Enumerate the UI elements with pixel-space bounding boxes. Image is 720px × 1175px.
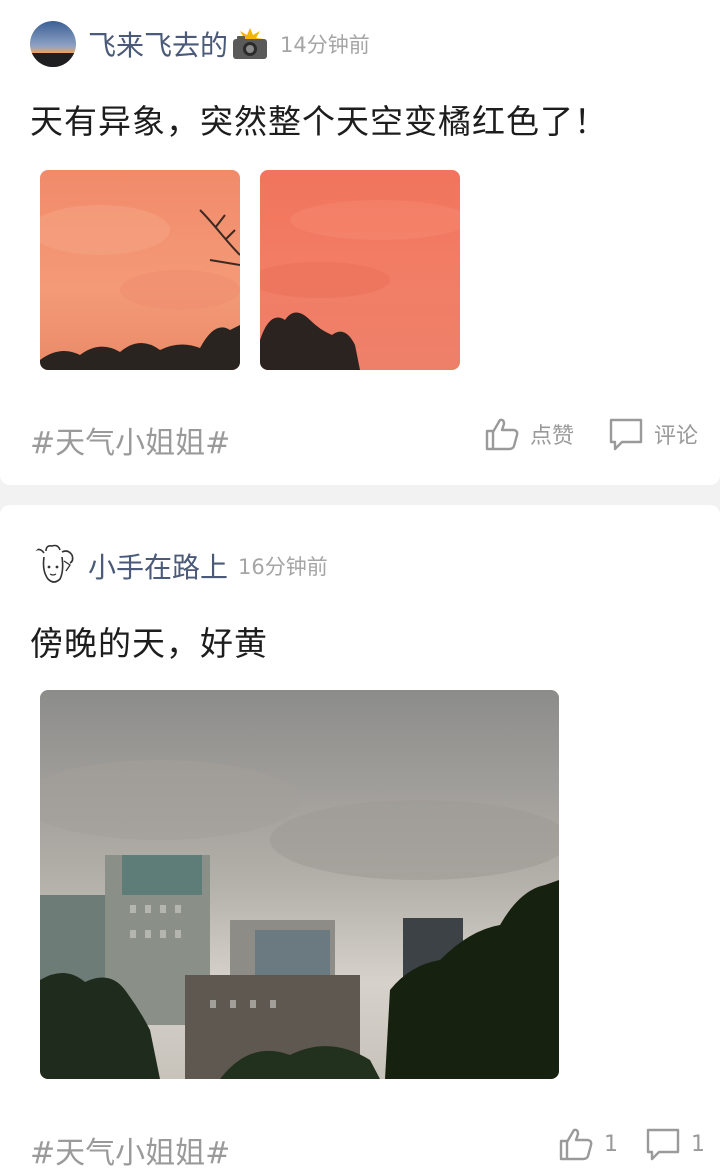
post-card[interactable]: 飞来飞去的 14分钟前 天有异象，突然整个天空变橘红色了！ #天气小姐姐# 点赞… [0,0,720,485]
post-header: 飞来飞去的 14分钟前 [30,21,370,67]
post-photo[interactable] [40,170,240,370]
feed: 飞来飞去的 14分钟前 天有异象，突然整个天空变橘红色了！ #天气小姐姐# 点赞… [0,0,720,1175]
like-button[interactable]: 1 [558,1126,618,1162]
like-count: 1 [604,1131,618,1157]
avatar[interactable] [30,21,76,67]
comment-button[interactable]: 评论 [608,416,698,452]
username[interactable]: 小手在路上 [88,546,228,586]
username[interactable]: 飞来飞去的 [88,24,228,64]
post-time: 14分钟前 [280,33,370,57]
like-label: 点赞 [530,424,575,449]
avatar[interactable] [30,543,76,589]
camera-flash-icon [230,28,270,60]
thumbs-up-icon [559,1128,593,1161]
comment-label: 评论 [654,424,699,449]
thumbs-up-icon [485,418,519,451]
topic-tag[interactable]: #天气小姐姐# [30,418,230,462]
post-photo[interactable] [260,170,460,370]
post-text: 天有异象，突然整个天空变橘红色了！ [30,102,608,141]
comment-button[interactable]: 1 [645,1126,705,1162]
comment-count: 1 [691,1131,705,1157]
post-time: 16分钟前 [238,555,328,579]
comment-icon [609,418,643,451]
post-header: 小手在路上 16分钟前 [30,543,328,589]
topic-tag[interactable]: #天气小姐姐# [30,1128,230,1172]
post-photo[interactable] [40,690,559,1079]
like-button[interactable]: 点赞 [484,416,574,452]
post-text: 傍晚的天，好黄 [30,624,268,663]
post-card[interactable]: 小手在路上 16分钟前 傍晚的天，好黄 #天气小姐姐# 1 1 [0,505,720,1175]
comment-icon [646,1128,680,1161]
